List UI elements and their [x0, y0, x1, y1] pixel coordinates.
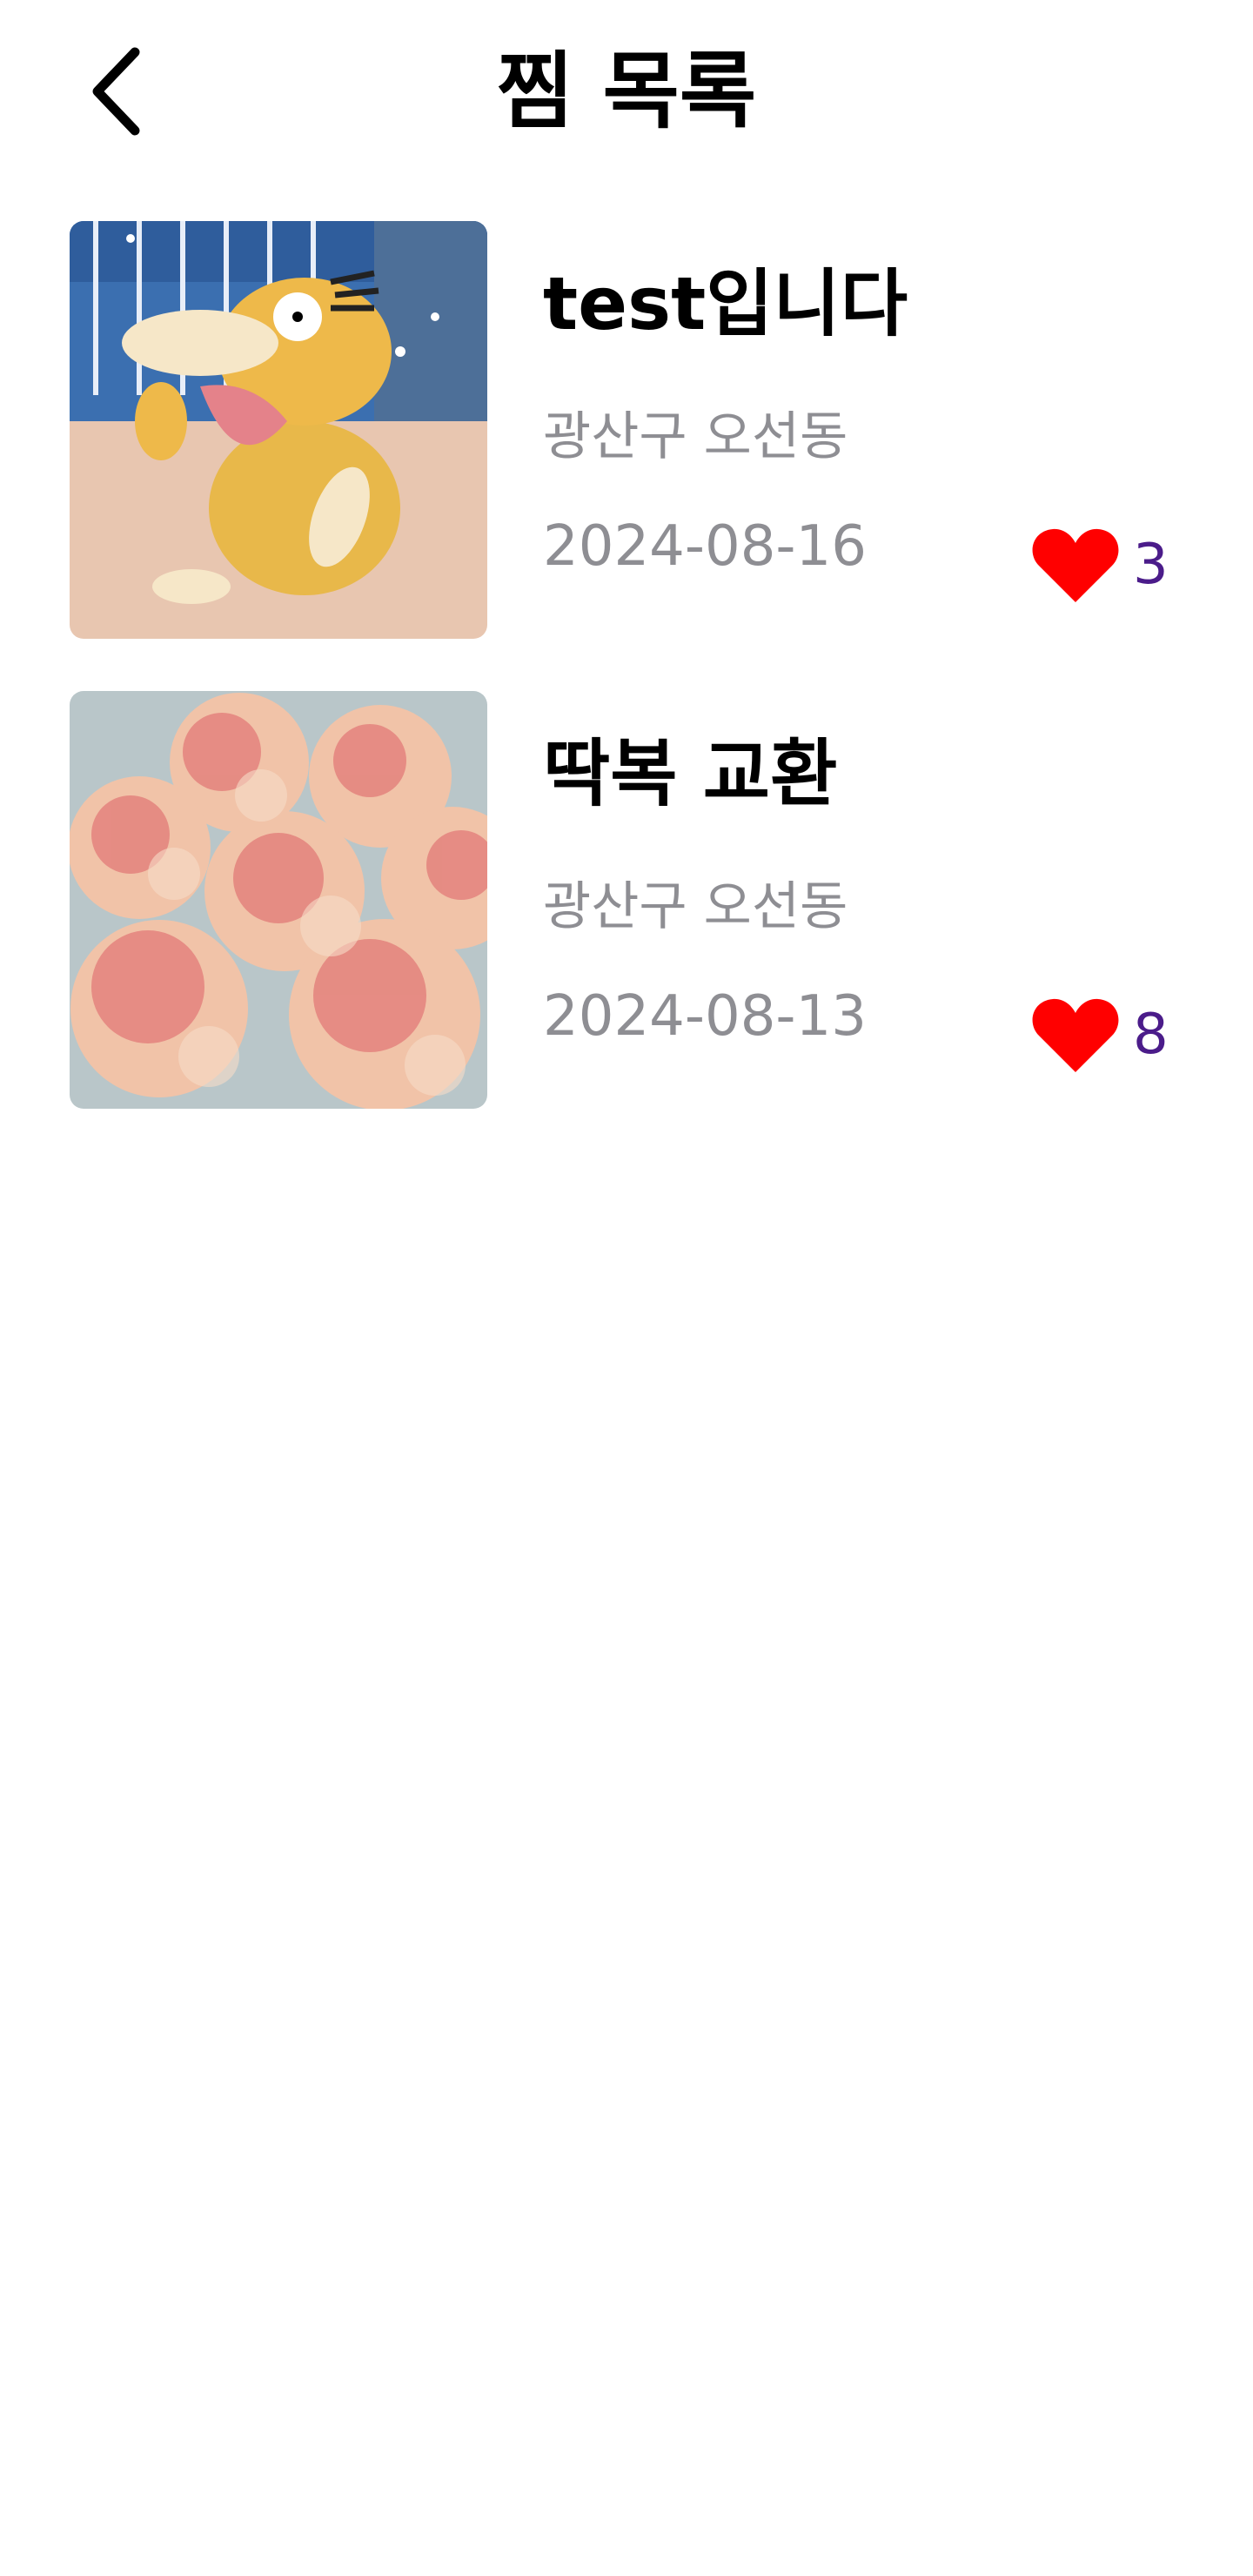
item-title: test입니다	[543, 261, 908, 346]
cartoon-duck-photo	[70, 221, 487, 639]
page-title: 찜 목록	[496, 43, 757, 140]
item-thumbnail[interactable]	[70, 691, 487, 1109]
heart-icon	[1032, 998, 1119, 1072]
like-count: 3	[1133, 533, 1169, 597]
like-count: 8	[1133, 1003, 1169, 1067]
item-location: 광산구 오선동	[543, 406, 848, 467]
list-item[interactable]: test입니다 광산구 오선동 2024-08-16 3	[0, 221, 1253, 691]
like-button[interactable]: 3	[1032, 526, 1169, 604]
heart-icon	[1032, 528, 1119, 602]
peaches-photo	[70, 691, 487, 1109]
like-button[interactable]: 8	[1032, 996, 1169, 1074]
item-title: 딱복 교환	[543, 731, 838, 816]
wishlist: test입니다 광산구 오선동 2024-08-16 3 딱복 교환 광산구 오…	[0, 221, 1253, 1161]
item-thumbnail[interactable]	[70, 221, 487, 639]
list-item[interactable]: 딱복 교환 광산구 오선동 2024-08-13 8	[0, 691, 1253, 1161]
item-date: 2024-08-13	[543, 984, 867, 1049]
item-date: 2024-08-16	[543, 514, 867, 579]
app-header: 찜 목록	[0, 0, 1253, 183]
item-location: 광산구 오선동	[543, 876, 848, 937]
